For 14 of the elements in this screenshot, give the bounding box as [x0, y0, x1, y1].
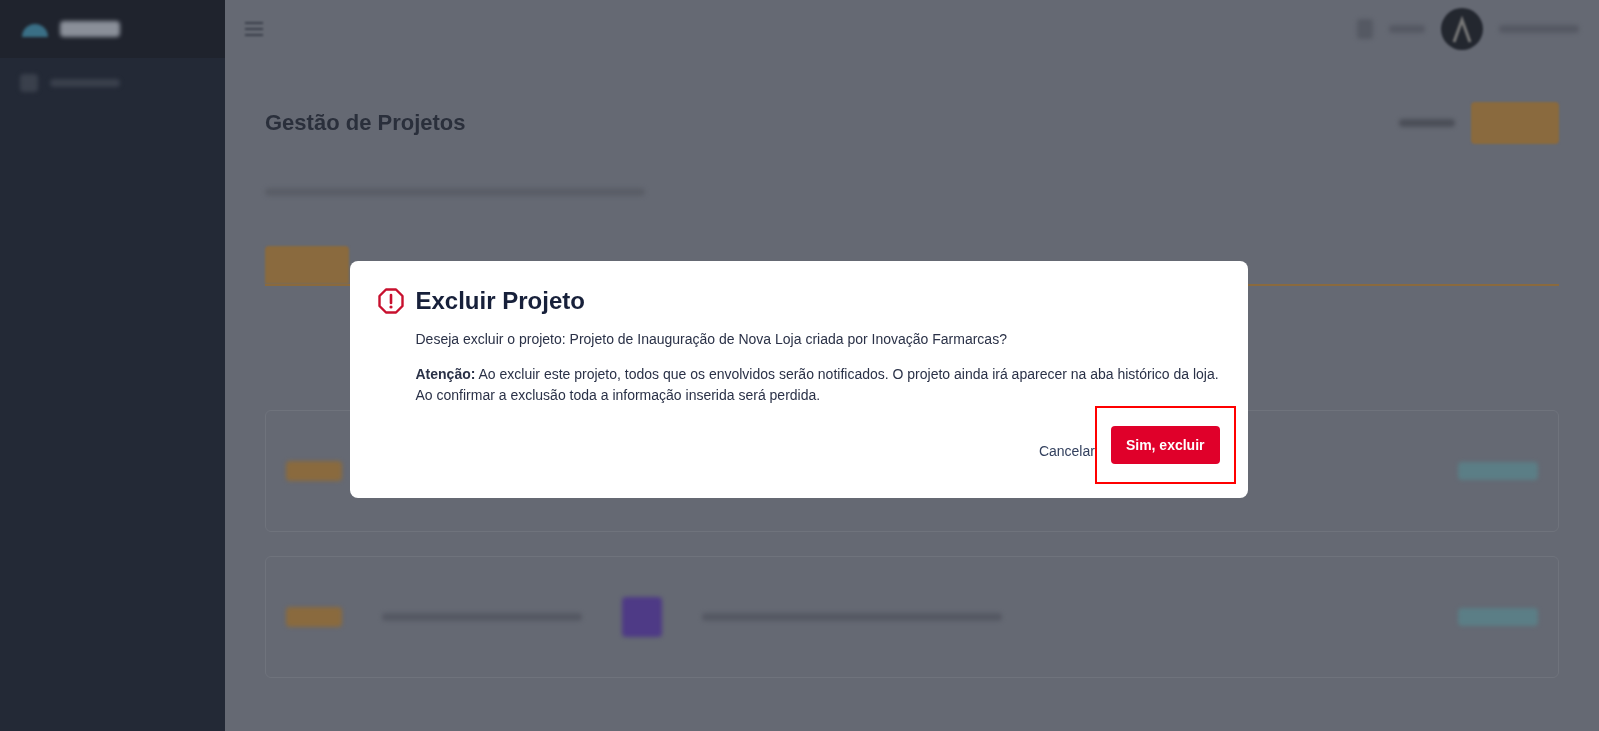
logo-icon [20, 21, 50, 37]
dialog-warning: Atenção: Ao excluir este projeto, todos que os envolvidos serão notificados. O projeto ainda irá aparecer na aba histórico da loja. Ao confirmar a exclusão toda a informação inserida será perdida. [415, 365, 1220, 405]
tag-placeholder [286, 461, 342, 481]
cancel-button[interactable]: Cancelar [1038, 435, 1095, 467]
blurred-text [1399, 119, 1455, 127]
dialog-question: Deseja excluir o projeto: Projeto de Inauguração de Nova Loja criada por Inovação Farmarcas? [415, 330, 1008, 349]
avatar-placeholder [622, 597, 662, 637]
confirm-delete-button[interactable]: Sim, excluir [1110, 426, 1220, 464]
warning-icon [377, 288, 404, 314]
logo-wordmark [60, 21, 120, 37]
avatar-icon[interactable] [1441, 8, 1483, 50]
dialog-title: Excluir Projeto [415, 287, 585, 315]
tag-placeholder [286, 607, 342, 627]
page-title: Gestão de Projetos [265, 110, 466, 136]
